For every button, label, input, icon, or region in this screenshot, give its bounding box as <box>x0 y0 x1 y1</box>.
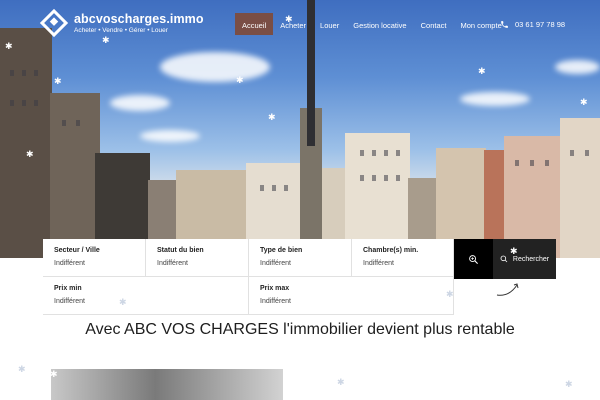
field-label: Type de bien <box>260 247 303 254</box>
field-value: Indifférent <box>54 298 86 305</box>
snowflake-icon: ✱ <box>337 377 345 387</box>
brand-name: abcvoscharges.immo <box>74 12 204 26</box>
phone-icon <box>501 20 508 28</box>
main-nav: Accueil Acheter Louer Gestion locative C… <box>235 13 509 35</box>
logo-diamond-icon <box>39 8 69 38</box>
featured-photo <box>51 369 283 400</box>
snowflake-icon: ✱ <box>268 112 276 122</box>
snowflake-icon: ✱ <box>285 14 293 24</box>
search-icon <box>500 255 508 263</box>
curved-arrow-icon <box>496 283 519 296</box>
location-zoom-icon <box>469 254 479 264</box>
field-value: Indifférent <box>157 260 189 267</box>
snowflake-icon: ✱ <box>510 246 518 256</box>
nav-item-acheter[interactable]: Acheter <box>273 13 313 35</box>
property-type-select[interactable]: Type de bien Indifférent <box>249 239 352 277</box>
snowflake-icon: ✱ <box>119 297 127 307</box>
min-bedrooms-select[interactable]: Chambre(s) min. Indifférent <box>352 239 454 277</box>
snowflake-icon: ✱ <box>446 289 454 299</box>
search-submit-label: Rechercher <box>512 255 550 263</box>
snowflake-icon: ✱ <box>478 66 486 76</box>
snowflake-icon: ✱ <box>5 41 13 51</box>
snowflake-icon: ✱ <box>54 76 62 86</box>
site-logo[interactable]: abcvoscharges.immo Acheter • Vendre • Gé… <box>39 8 204 38</box>
hero-banner <box>0 0 600 258</box>
snowflake-icon: ✱ <box>26 149 34 159</box>
snowflake-icon: ✱ <box>565 379 573 389</box>
phone-number: 03 61 97 78 98 <box>515 19 566 29</box>
field-label: Chambre(s) min. <box>363 247 419 254</box>
page-headline: Avec ABC VOS CHARGES l'immobilier devien… <box>85 321 515 338</box>
phone-link[interactable]: 03 61 97 78 98 <box>500 13 565 35</box>
snowflake-icon: ✱ <box>50 369 58 379</box>
location-search-button[interactable] <box>454 239 493 279</box>
snowflake-icon: ✱ <box>102 35 110 45</box>
nav-item-accueil[interactable]: Accueil <box>235 13 274 35</box>
field-label: Secteur / Ville <box>54 247 100 254</box>
field-value: Indifférent <box>260 260 292 267</box>
max-price-select[interactable]: Prix max Indifférent <box>249 277 454 315</box>
search-submit-button[interactable]: Rechercher <box>493 239 556 279</box>
field-label: Statut du bien <box>157 247 204 254</box>
field-label: Prix min <box>54 285 82 292</box>
snowflake-icon: ✱ <box>18 364 26 374</box>
field-value: Indifférent <box>54 260 86 267</box>
field-value: Indifférent <box>363 260 395 267</box>
nav-item-contact[interactable]: Contact <box>414 13 454 35</box>
field-value: Indifférent <box>260 298 292 305</box>
nav-item-gestion-locative[interactable]: Gestion locative <box>346 13 413 35</box>
field-label: Prix max <box>260 285 290 292</box>
snowflake-icon: ✱ <box>580 97 588 107</box>
sector-city-select[interactable]: Secteur / Ville Indifférent <box>43 239 146 277</box>
min-price-select[interactable]: Prix min Indifférent <box>43 277 249 315</box>
snowflake-icon: ✱ <box>236 75 244 85</box>
brand-tagline: Acheter • Vendre • Gérer • Louer <box>74 27 168 34</box>
property-status-select[interactable]: Statut du bien Indifférent <box>146 239 249 277</box>
nav-item-louer[interactable]: Louer <box>313 13 346 35</box>
